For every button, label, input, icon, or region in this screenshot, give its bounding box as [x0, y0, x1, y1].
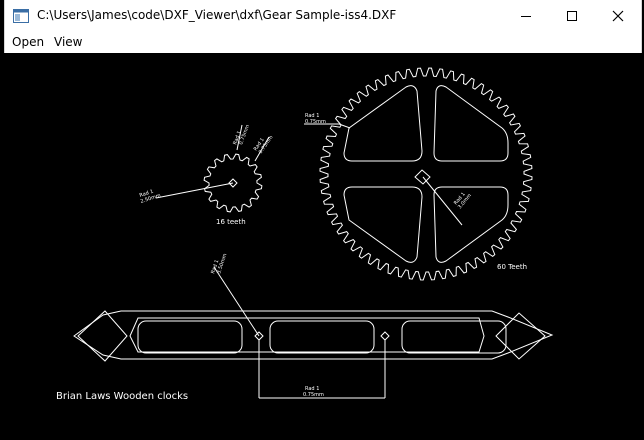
maximize-button[interactable] [549, 0, 595, 32]
large-gear-label: 60 Teeth [497, 263, 527, 271]
minimize-button[interactable] [503, 0, 549, 32]
app-window-icon [13, 9, 29, 23]
arm-pivot [380, 331, 390, 341]
close-icon [612, 10, 624, 22]
arm-slot [401, 320, 507, 354]
pendulum-arm: Rad 1 3.50mm Rad 1 0.75mm [73, 253, 554, 399]
small-gear-label: 16 teeth [216, 218, 246, 226]
title-bar[interactable]: C:\Users\James\code\DXF_Viewer\dxf\Gear … [4, 0, 642, 32]
arm-inner-outline [129, 317, 485, 353]
small-gear: Rad 1 2.50mm Rad 1 0.75mm Rad 1 0.75mm 1… [139, 124, 275, 226]
app-window: C:\Users\James\code\DXF_Viewer\dxf\Gear … [0, 0, 644, 440]
gear-pocket [433, 85, 509, 162]
large-gear-hub [414, 169, 431, 185]
drawing-footer-text: Brian Laws Wooden clocks [56, 391, 188, 400]
dxf-drawing-canvas[interactable]: Rad 1 0.75mm Rad 1 3.0mm 60 Teeth Rad 1 … [4, 53, 640, 400]
menu-bar: Open View [4, 32, 642, 53]
dimension-value: 0.75mm [303, 392, 324, 398]
large-gear: Rad 1 0.75mm Rad 1 3.0mm 60 Teeth [304, 67, 533, 281]
menu-view[interactable]: View [54, 35, 82, 49]
cad-drawing: Rad 1 0.75mm Rad 1 3.0mm 60 Teeth Rad 1 … [56, 67, 554, 400]
arm-slot [269, 320, 375, 354]
maximize-icon [567, 11, 577, 21]
window-title: C:\Users\James\code\DXF_Viewer\dxf\Gear … [37, 8, 397, 22]
gear-pocket [343, 85, 423, 162]
arm-end-diamond [77, 310, 128, 362]
minimize-icon [521, 16, 531, 17]
arm-slot [137, 320, 243, 354]
gear-pocket [343, 186, 423, 263]
menu-open[interactable]: Open [12, 35, 44, 49]
dimension-leader [213, 266, 260, 337]
arm-end-diamond [495, 312, 546, 360]
dimension-value: 0.75mm [305, 119, 326, 125]
dimension-leader [155, 182, 234, 199]
close-button[interactable] [595, 0, 641, 32]
